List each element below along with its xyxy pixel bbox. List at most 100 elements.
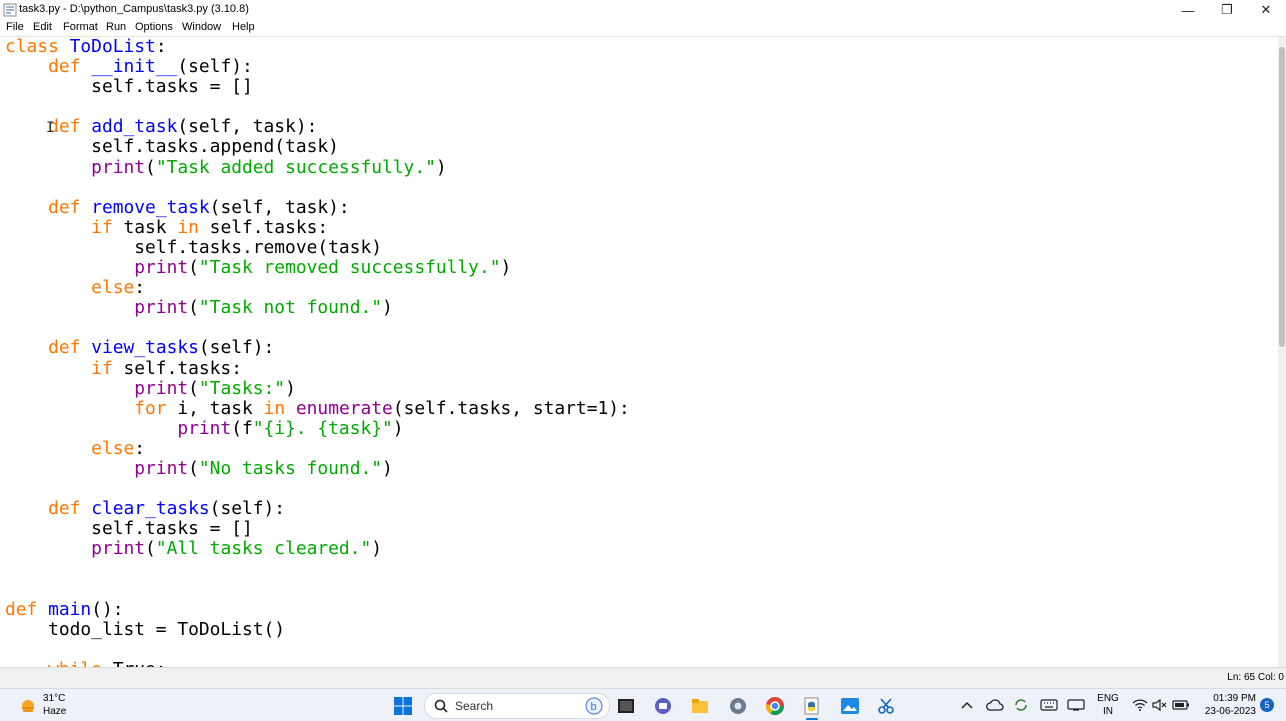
code-token: self.tasks.append(task) xyxy=(5,136,339,158)
code-line[interactable]: if task in self.tasks: xyxy=(5,216,630,238)
code-line[interactable]: print("Tasks:") xyxy=(5,378,630,399)
settings-gear-icon[interactable] xyxy=(728,696,748,716)
language-code[interactable]: ENG xyxy=(1096,693,1120,705)
code-line[interactable]: for i, task in enumerate(self.tasks, sta… xyxy=(5,397,630,419)
code-line[interactable]: self.tasks = [] xyxy=(5,519,630,539)
weather-sun-icon[interactable] xyxy=(18,696,38,716)
code-token: self.tasks: xyxy=(112,357,242,379)
code-line[interactable]: if self.tasks: xyxy=(5,357,630,379)
windows-start-icon[interactable] xyxy=(393,696,413,716)
keyboard-icon[interactable] xyxy=(1040,699,1058,711)
code-line[interactable]: print("Task added successfully.") xyxy=(5,156,630,178)
code-line[interactable]: class ToDoList: xyxy=(5,37,630,57)
battery-icon[interactable] xyxy=(1172,698,1190,712)
python-idle-icon xyxy=(3,3,17,17)
code-line[interactable]: ​ xyxy=(5,580,630,600)
file-explorer-icon[interactable] xyxy=(690,696,710,716)
code-line[interactable]: def __init__(self): xyxy=(5,57,630,77)
code-token: (self): xyxy=(177,56,253,78)
photos-icon[interactable] xyxy=(840,696,860,716)
menu-help[interactable]: Help xyxy=(230,21,257,33)
code-token: if xyxy=(91,216,113,238)
sync-icon[interactable] xyxy=(1013,697,1029,713)
code-line[interactable]: ​ xyxy=(5,640,630,660)
wifi-icon[interactable] xyxy=(1132,698,1148,712)
snipping-tool-icon[interactable] xyxy=(876,696,896,716)
clock-date[interactable]: 23-06-2023 xyxy=(1196,706,1256,718)
code-line[interactable]: def view_tasks(self): xyxy=(5,338,630,358)
code-line[interactable]: print("Task removed successfully.") xyxy=(5,257,630,278)
weather-description: Haze xyxy=(43,706,67,717)
code-token: enumerate xyxy=(295,397,393,419)
svg-text:b: b xyxy=(591,701,597,713)
code-token: def xyxy=(48,337,92,359)
code-token: : xyxy=(134,277,146,299)
menu-format[interactable]: Format xyxy=(61,21,100,33)
code-line[interactable]: print("No tasks found.") xyxy=(5,457,630,479)
code-line[interactable]: def clear_tasks(self): xyxy=(5,499,630,519)
code-line[interactable]: self.tasks.append(task) xyxy=(5,137,630,157)
code-token: ) xyxy=(382,457,393,479)
scrollbar-thumb[interactable] xyxy=(1279,47,1285,347)
status-bar: Ln: 65 Col: 0 xyxy=(0,667,1286,688)
display-icon[interactable] xyxy=(1067,699,1085,711)
code-line[interactable]: todo_list = ToDoList() xyxy=(5,619,630,640)
taskbar-search-box[interactable]: Search b xyxy=(424,693,610,719)
onedrive-cloud-icon[interactable] xyxy=(986,698,1004,712)
python-idle-taskbar-icon[interactable] xyxy=(802,696,822,716)
code-token: self.tasks: xyxy=(198,216,329,238)
code-line[interactable]: print(f"{i}. {task}") xyxy=(5,418,630,439)
maximize-button[interactable]: ❐ xyxy=(1209,0,1245,20)
code-token: (self): xyxy=(198,337,275,359)
code-line[interactable]: self.tasks = [] xyxy=(5,77,630,97)
code-line[interactable]: print("All tasks cleared.") xyxy=(5,539,630,559)
code-line[interactable]: def main(): xyxy=(5,599,630,620)
code-token: ( xyxy=(188,457,199,479)
teams-chat-icon[interactable] xyxy=(653,696,673,716)
minimize-button[interactable]: — xyxy=(1170,0,1206,20)
code-token: def xyxy=(48,56,92,78)
code-line[interactable]: while True: xyxy=(5,659,630,667)
code-token: ToDoList xyxy=(69,37,156,57)
code-line[interactable]: def remove_task(self, task): xyxy=(5,196,630,218)
menu-options[interactable]: Options xyxy=(133,21,175,33)
code-token: for xyxy=(134,397,167,419)
code-token: def xyxy=(48,196,92,218)
code-line[interactable]: def add_task(self, task): xyxy=(5,117,630,137)
code-line[interactable]: ​ xyxy=(5,318,630,338)
menu-edit[interactable]: Edit xyxy=(31,21,54,33)
chevron-up-icon[interactable] xyxy=(961,700,973,710)
code-token: self.tasks = [] xyxy=(5,76,253,98)
code-line[interactable]: ​ xyxy=(5,178,630,198)
code-line[interactable]: else: xyxy=(5,278,630,298)
menu-run[interactable]: Run xyxy=(104,21,128,33)
code-token: ( xyxy=(145,538,156,560)
code-token: print xyxy=(91,156,146,178)
code-editor[interactable]: class ToDoList: def __init__(self): self… xyxy=(0,37,1278,667)
code-line[interactable]: ​ xyxy=(5,559,630,579)
chrome-icon[interactable] xyxy=(765,696,785,716)
code-line[interactable]: print("Task not found.") xyxy=(5,298,630,318)
vertical-scrollbar[interactable] xyxy=(1278,37,1286,667)
code-token: True: xyxy=(102,659,167,667)
code-text[interactable]: class ToDoList: def __init__(self): self… xyxy=(5,37,630,667)
notification-badge[interactable]: 5 xyxy=(1260,698,1274,712)
code-line[interactable]: self.tasks.remove(task) xyxy=(5,237,630,258)
code-token: else xyxy=(91,277,135,299)
clock-time[interactable]: 01:39 PM xyxy=(1198,693,1256,705)
code-line[interactable]: ​ xyxy=(5,97,630,117)
speaker-muted-icon[interactable] xyxy=(1152,698,1168,712)
menu-window[interactable]: Window xyxy=(180,21,223,33)
close-button[interactable]: ✕ xyxy=(1248,0,1284,20)
code-token: ( xyxy=(145,156,156,178)
language-region[interactable]: IN xyxy=(1096,706,1120,718)
code-line[interactable]: else: xyxy=(5,438,630,459)
menu-file[interactable]: File xyxy=(4,21,26,33)
task-view-icon[interactable] xyxy=(616,696,636,716)
code-line[interactable]: ​ xyxy=(5,479,630,499)
